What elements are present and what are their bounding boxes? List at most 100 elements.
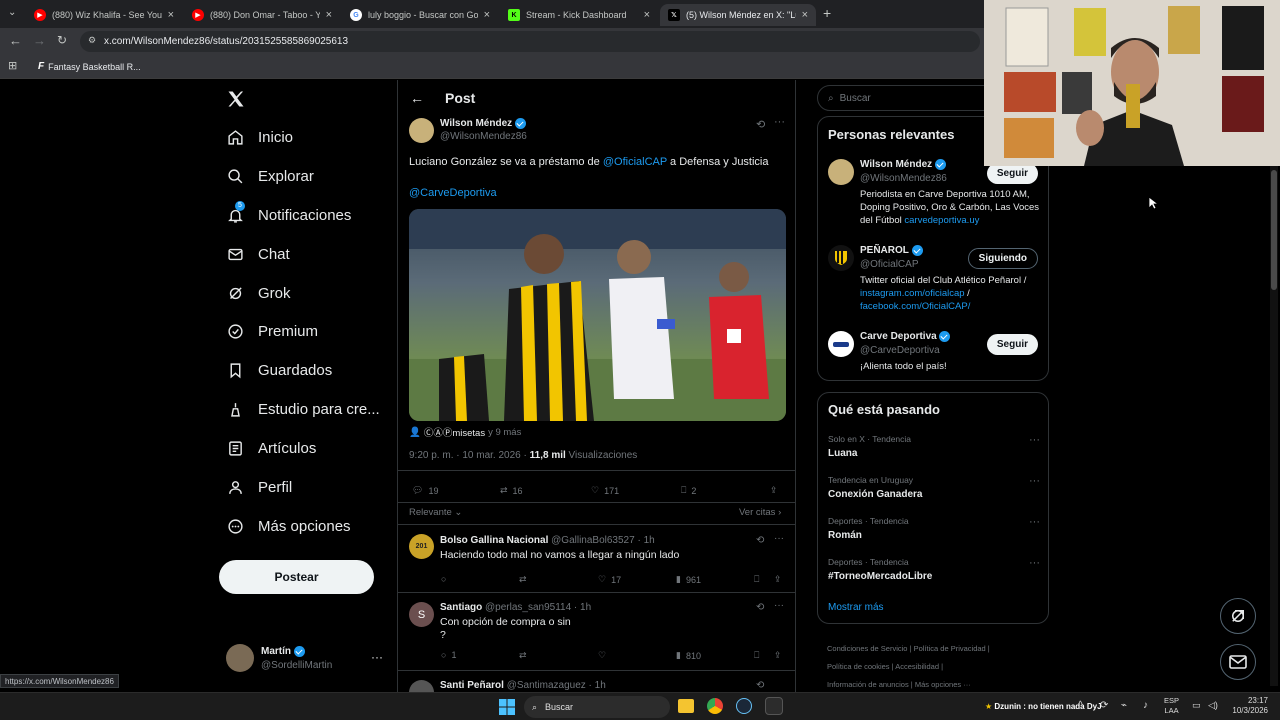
more-dots-icon[interactable]: ··· (774, 116, 785, 128)
app-icon[interactable] (765, 697, 783, 715)
reply-item[interactable]: S Santiago @perlas_san95114 · 1h Con opc… (398, 592, 795, 670)
share-icon[interactable]: ⇪ (774, 650, 782, 661)
trend-item[interactable]: Deportes · Tendencia Román ··· (828, 516, 1040, 541)
tagged-people[interactable]: 👤 ⒸⒶⓅmisetas y 9 más (409, 425, 521, 440)
author-avatar[interactable] (409, 118, 434, 143)
tray-mic-icon[interactable]: ♪ (1143, 700, 1148, 711)
avatar[interactable]: 201 (409, 534, 434, 559)
chrome-icon[interactable] (707, 698, 723, 714)
quotes-link[interactable]: Ver citas › (739, 507, 781, 518)
tray-display-icon[interactable]: ▭ (1192, 700, 1201, 711)
tray-network-icon[interactable]: ⌁ (1121, 700, 1127, 711)
show-more-link[interactable]: Mostrar más (828, 602, 884, 613)
reply-button[interactable]: ○ 1 (441, 650, 456, 660)
nav-item-more[interactable]: Más opciones (226, 517, 351, 535)
more-dots-icon[interactable]: ··· (1029, 557, 1040, 569)
carve-logo-icon[interactable] (828, 331, 854, 357)
share-icon[interactable]: ⇪ (774, 574, 782, 585)
like-button[interactable]: ♡ 171 (591, 485, 619, 496)
back-icon[interactable]: ← (9, 33, 22, 48)
trend-item[interactable]: Solo en X · Tendencia Luana ··· (828, 434, 1040, 459)
steam-icon[interactable] (736, 698, 752, 714)
forward-icon[interactable]: → (33, 33, 46, 48)
browser-tab-active[interactable]: 𝕏 (5) Wilson Méndez en X: "Lucia × (660, 4, 816, 26)
nav-item-articles[interactable]: Artículos (226, 439, 316, 457)
bookmark-icon[interactable]: ⎕ (754, 650, 759, 661)
browser-tab[interactable]: ▶ (880) Wiz Khalifa - See You Aga × (26, 4, 182, 26)
penarol-crest-icon[interactable] (828, 245, 854, 271)
views-stat[interactable]: ▮ 961 (676, 574, 701, 585)
nav-item-home[interactable]: Inicio (226, 128, 293, 146)
site-info-icon[interactable]: ⚙ (88, 35, 96, 46)
close-tab-icon[interactable]: × (326, 9, 332, 21)
language-indicator[interactable]: ESP LAA (1164, 696, 1179, 716)
author-name[interactable]: Wilson Méndez (440, 118, 512, 129)
following-button[interactable]: Siguiendo (967, 248, 1038, 269)
more-dots-icon[interactable]: ··· (371, 650, 383, 664)
bookmark-item[interactable]: F Fantasy Basketball R... (38, 61, 141, 72)
trend-item[interactable]: Deportes · Tendencia #TorneoMercadoLibre… (828, 557, 1040, 582)
nav-item-premium[interactable]: Premium (226, 322, 318, 340)
url-field[interactable]: ⚙ x.com/WilsonMendez86/status/2031525585… (80, 31, 980, 52)
heart-icon[interactable]: ♡ (598, 650, 606, 661)
author-handle[interactable]: @WilsonMendez86 (440, 131, 527, 142)
avatar[interactable] (409, 680, 434, 692)
account-switcher[interactable]: Martín @SordelliMartin ··· (226, 644, 386, 674)
bookmark-button[interactable]: ⎕ 2 (681, 485, 696, 496)
bookmark-icon[interactable]: ⎕ (754, 574, 759, 585)
x-logo-icon[interactable] (226, 89, 246, 109)
follow-button[interactable]: Seguir (986, 334, 1038, 355)
reply-icon[interactable]: ○ (441, 574, 446, 584)
nav-item-person[interactable]: Perfil (226, 478, 292, 496)
tweet-photo[interactable] (409, 209, 786, 421)
clock[interactable]: 23:17 10/3/2026 (1228, 696, 1268, 716)
nav-item-grok[interactable]: Grok (226, 284, 291, 302)
avatar[interactable] (828, 159, 854, 185)
nav-item-bookmark[interactable]: Guardados (226, 361, 332, 379)
tray-volume-icon[interactable]: ◁) (1208, 700, 1218, 711)
taskbar-search[interactable]: ⌕ Buscar (524, 696, 670, 718)
reply-item[interactable]: 201 Bolso Gallina Nacional @GallinaBol63… (398, 524, 795, 592)
browser-tab[interactable]: ▶ (880) Don Omar - Taboo - YouT × (184, 4, 340, 26)
nav-item-mail[interactable]: Chat (226, 245, 290, 263)
close-tab-icon[interactable]: × (802, 9, 808, 21)
grok-icon[interactable]: ⟲ (756, 118, 765, 131)
back-arrow-icon[interactable]: ← (410, 90, 424, 106)
close-tab-icon[interactable]: × (484, 9, 490, 21)
mention-link[interactable]: @CarveDeportiva (409, 187, 497, 199)
tray-chevron-icon[interactable]: ^ (1078, 700, 1083, 711)
tab-search-icon[interactable]: ⌄ (8, 7, 16, 18)
close-tab-icon[interactable]: × (644, 9, 650, 21)
new-tab-icon[interactable]: + (823, 5, 831, 21)
follow-button[interactable]: Seguir (986, 163, 1038, 184)
like-button[interactable]: ♡ 17 (598, 574, 621, 585)
nav-item-bell[interactable]: 5 Notificaciones (226, 201, 351, 224)
more-dots-icon[interactable]: ··· (1029, 475, 1040, 487)
share-icon[interactable]: ⇪ (770, 485, 778, 496)
apps-icon[interactable]: ⊞ (8, 59, 17, 72)
close-tab-icon[interactable]: × (168, 9, 174, 21)
repost-icon[interactable]: ⇄ (519, 574, 527, 585)
grok-icon[interactable]: ⟲ (756, 602, 764, 613)
browser-tab[interactable]: G luly boggio - Buscar con Googl × (342, 4, 498, 26)
browser-tab[interactable]: K Stream - Kick Dashboard × (500, 4, 658, 26)
scrollbar-track[interactable] (1270, 166, 1278, 686)
views-stat[interactable]: ▮ 810 (676, 650, 701, 661)
tray-sync-icon[interactable]: ⟳ (1100, 700, 1108, 711)
grok-icon[interactable]: ⟲ (756, 535, 764, 546)
reply-item[interactable]: Santi Peñarol @Santimazaguez · 1h ⟲ (398, 670, 795, 692)
repost-icon[interactable]: ⇄ (519, 650, 527, 661)
repost-button[interactable]: ⇄ 16 (500, 485, 523, 496)
nav-item-studio[interactable]: Estudio para cre... (226, 400, 380, 418)
messages-fab-button[interactable] (1220, 644, 1256, 680)
mention-link[interactable]: @OficialCAP (603, 156, 667, 168)
more-dots-icon[interactable]: ··· (774, 600, 784, 611)
sort-dropdown[interactable]: Relevante ⌄ (409, 507, 462, 518)
file-explorer-icon[interactable] (678, 699, 694, 713)
avatar[interactable]: S (409, 602, 434, 627)
more-dots-icon[interactable]: ··· (1029, 434, 1040, 446)
grok-icon[interactable]: ⟲ (756, 680, 764, 691)
trend-item[interactable]: Tendencia en Uruguay Conexión Ganadera ·… (828, 475, 1040, 500)
more-dots-icon[interactable]: ··· (774, 533, 784, 544)
windows-start-icon[interactable] (499, 699, 515, 715)
